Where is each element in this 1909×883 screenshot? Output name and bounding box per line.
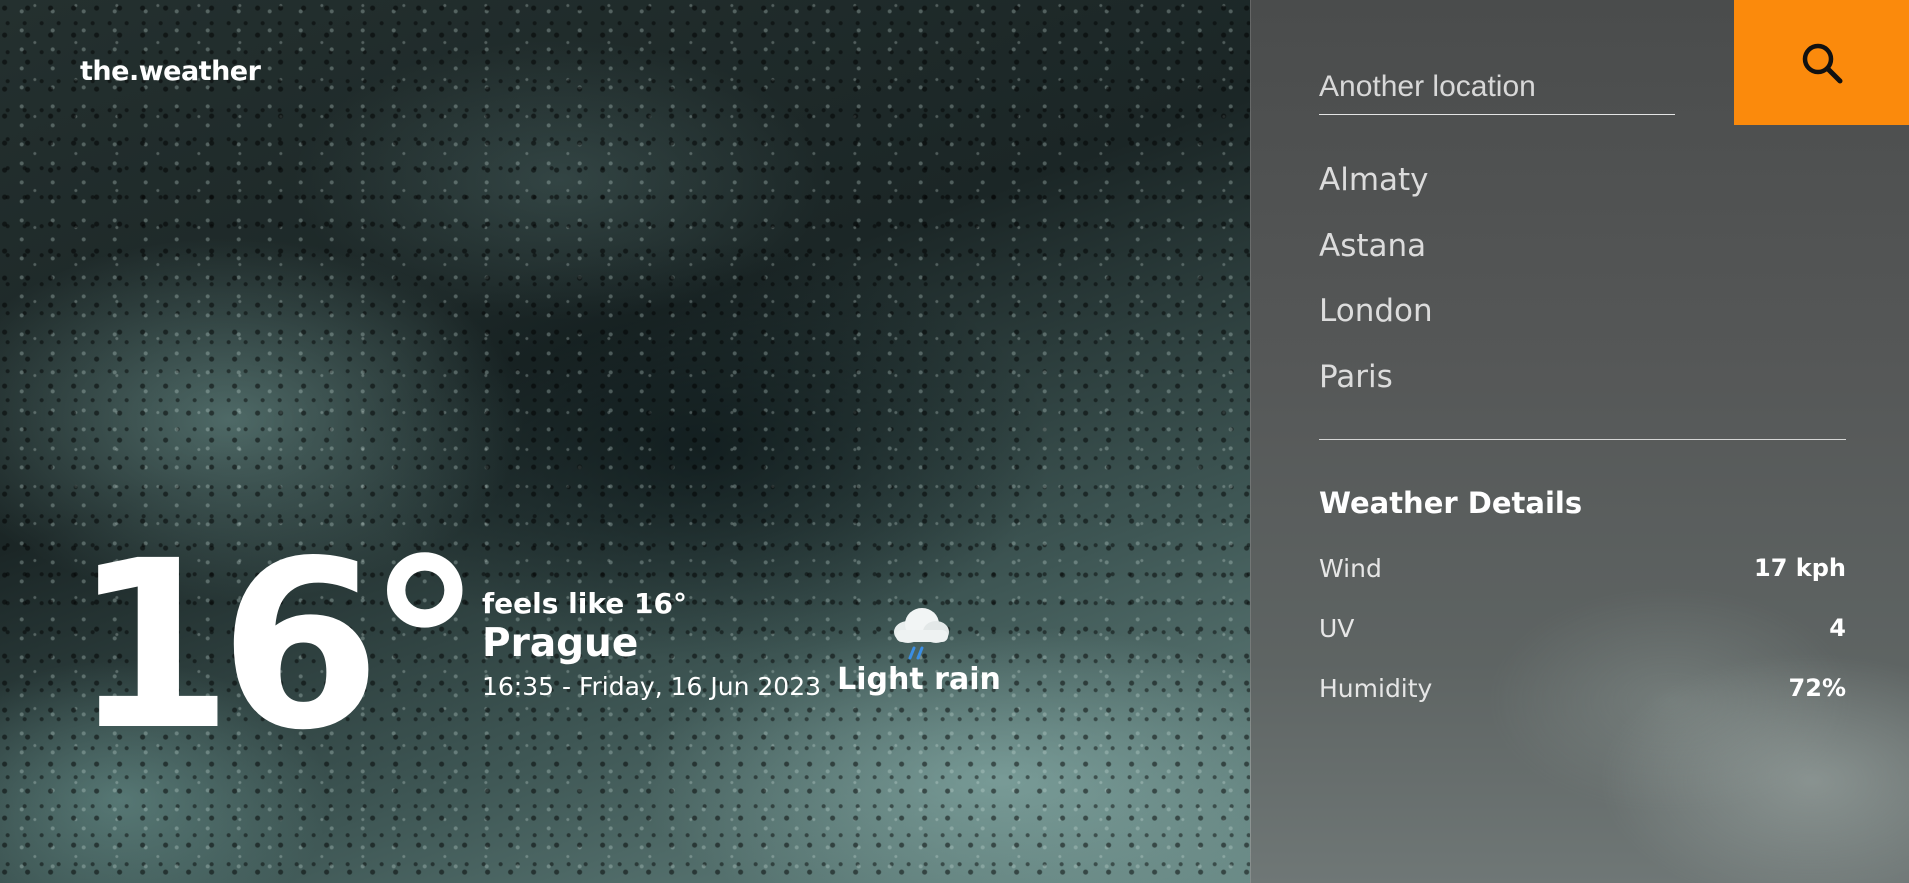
condition-text: Light rain [837,662,1001,697]
location-item[interactable]: London [1319,279,1433,345]
detail-row-wind: Wind 17 kph [1319,538,1846,598]
detail-row-humidity: Humidity 72% [1319,658,1846,718]
rain-cloud-icon [894,608,949,660]
feels-like: feels like 16° [482,587,687,620]
side-panel: Almaty Astana London Paris Weather Detai… [1250,0,1909,883]
weather-app: the.weather 16° feels like 16° Prague 16… [0,0,1909,883]
detail-value: 72% [1788,674,1846,702]
detail-row-uv: UV 4 [1319,598,1846,658]
city-name: Prague [482,621,639,666]
details-heading: Weather Details [1319,486,1583,520]
location-info: feels like 16° Prague 16:35 - Friday, 16… [482,586,821,704]
search-icon [1802,43,1843,83]
weather-details: Wind 17 kph UV 4 Humidity 72% [1319,538,1846,718]
search-button[interactable] [1734,0,1909,125]
detail-value: 17 kph [1754,554,1846,582]
detail-label: UV [1319,613,1355,643]
temperature: 16° [72,511,483,781]
detail-label: Humidity [1319,673,1433,703]
divider [1319,439,1846,440]
weather-condition: Light rain [834,602,1004,698]
search-bar [1319,0,1909,125]
detail-label: Wind [1319,553,1382,583]
brand-logo[interactable]: the.weather [80,56,261,87]
detail-value: 4 [1829,614,1846,642]
location-item[interactable]: Astana [1319,214,1433,280]
date-time: 16:35 - Friday, 16 Jun 2023 [482,672,822,701]
location-item[interactable]: Paris [1319,345,1433,411]
location-item[interactable]: Almaty [1319,148,1433,214]
location-search-input[interactable] [1319,60,1675,115]
recent-locations-list: Almaty Astana London Paris [1319,148,1433,410]
